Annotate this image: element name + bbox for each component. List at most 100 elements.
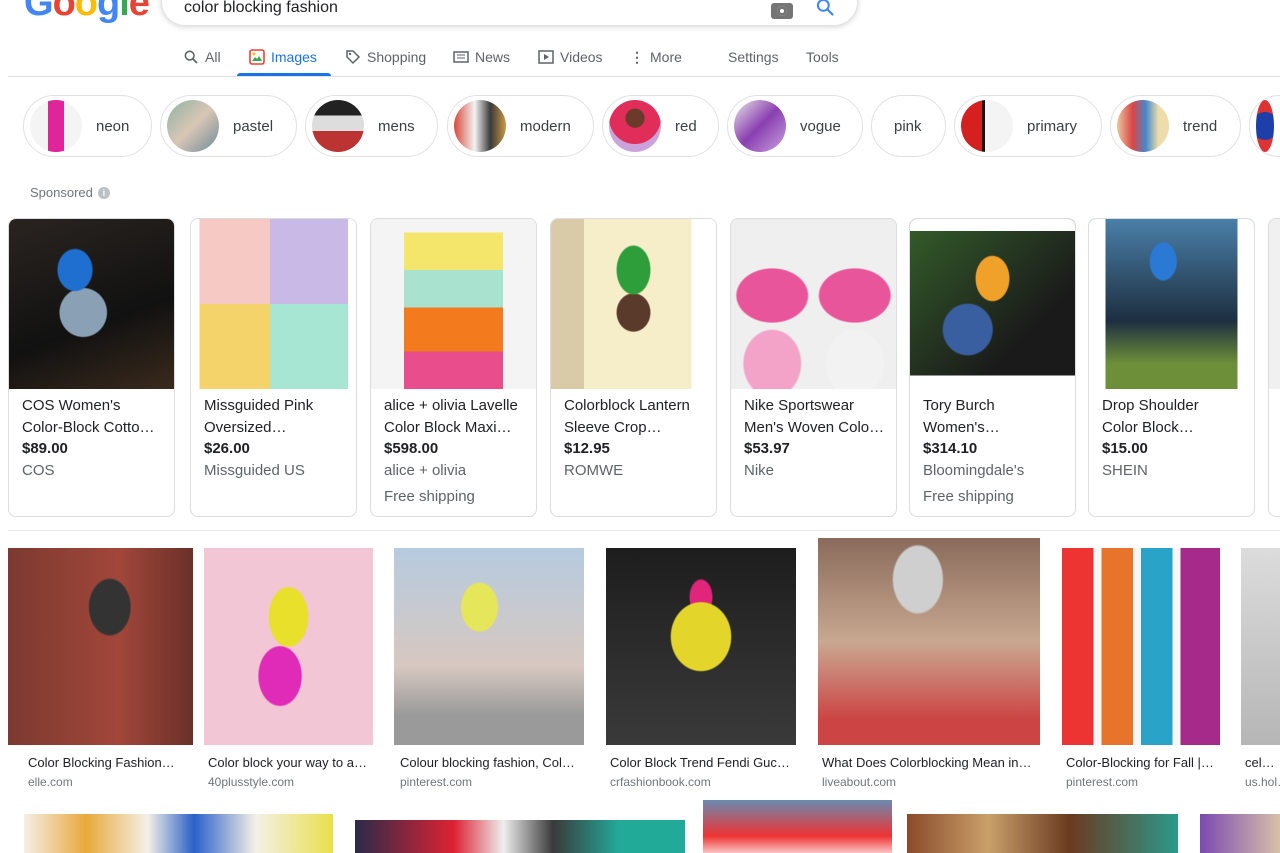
product-title: Missguided Pink Oversized…: [204, 395, 350, 439]
chip-vogue[interactable]: vogue: [727, 95, 863, 157]
result-domain: elle.com: [28, 775, 73, 789]
section-divider: [8, 530, 1280, 531]
sponsored-label: Sponsored i: [30, 185, 110, 200]
chip-modern[interactable]: modern: [447, 95, 594, 157]
chip-label: primary: [1027, 117, 1078, 135]
product-image: [191, 219, 356, 389]
product-shipping: Free shipping: [923, 488, 1014, 505]
chip-thumbnail: [734, 100, 786, 152]
chip-label: pastel: [233, 117, 274, 135]
title-line: Sleeve Crop…: [564, 419, 662, 436]
chip-pink[interactable]: pink: [871, 95, 946, 157]
product-store: Bloomingdale's: [923, 462, 1025, 479]
product-store: ROMWE: [564, 462, 624, 479]
chip-label: modern: [520, 117, 571, 135]
chip-label: neon: [96, 117, 130, 135]
product-price: $15.00: [1102, 440, 1148, 457]
google-logo[interactable]: Google: [24, 0, 150, 25]
product-title: Colorblock Lantern Sleeve Crop…: [564, 395, 710, 439]
more-vert-icon: ⋮: [630, 48, 644, 65]
search-icon[interactable]: [815, 0, 835, 17]
chip-thumbnail: [312, 100, 364, 152]
chip-label: red: [675, 117, 697, 135]
product-price: $53.97: [744, 440, 790, 457]
tools-link[interactable]: Tools: [806, 38, 839, 76]
result-image[interactable]: [1200, 814, 1280, 853]
chip-thumbnail: [167, 100, 219, 152]
title-line: alice + olivia Lavelle: [384, 397, 518, 414]
title-line: Color-Block Cotto…: [22, 419, 155, 436]
result-image: [606, 548, 796, 745]
logo-letter: o: [74, 0, 98, 24]
chip-red[interactable]: red: [602, 95, 719, 157]
tab-label: All: [205, 49, 221, 65]
logo-letter: o: [52, 0, 76, 24]
chip-thumbnail: [961, 100, 1013, 152]
product-image: [1269, 219, 1280, 389]
title-line: Nike Sportswear: [744, 397, 855, 414]
product-image: [371, 219, 536, 389]
title-line: Drop Shoulder: [1102, 397, 1199, 414]
result-image[interactable]: [703, 800, 892, 853]
chip-mens[interactable]: mens: [305, 95, 438, 157]
product-card[interactable]: Nike Sportswear Men's Woven Colo… $53.97 …: [730, 218, 897, 517]
product-card[interactable]: Drop Shoulder Color Block… $15.00 SHEIN: [1088, 218, 1255, 517]
search-box[interactable]: color blocking fashion: [161, 0, 858, 26]
chip-thumbnail: [609, 100, 661, 152]
product-store: Nike: [744, 462, 775, 479]
chip-pastel[interactable]: pastel: [160, 95, 297, 157]
tab-news[interactable]: News: [453, 38, 510, 76]
result-domain: liveabout.com: [822, 775, 897, 789]
product-card[interactable]: Missguided Pink Oversized… $26.00 Missgui…: [190, 218, 357, 517]
camera-icon[interactable]: [771, 3, 793, 19]
image-icon: [249, 49, 265, 65]
product-card-partial[interactable]: [1268, 218, 1280, 517]
tab-videos[interactable]: Videos: [538, 38, 603, 76]
result-domain: crfashionbook.com: [610, 775, 711, 789]
product-price: $89.00: [22, 440, 68, 457]
search-input[interactable]: color blocking fashion: [184, 0, 338, 17]
result-image: [818, 538, 1040, 745]
title-line: Oversized…: [204, 419, 287, 436]
tab-shopping[interactable]: Shopping: [345, 38, 426, 76]
chip-primary[interactable]: primary: [954, 95, 1102, 157]
product-card[interactable]: Colorblock Lantern Sleeve Crop… $12.95 RO…: [550, 218, 717, 517]
result-title: Color-Blocking for Fall |…: [1066, 755, 1214, 770]
result-image: [204, 548, 373, 745]
product-card[interactable]: Tory Burch Women's… $314.10 Bloomingdale'…: [909, 218, 1076, 517]
chip-more[interactable]: [1249, 95, 1280, 157]
tab-all[interactable]: All: [183, 38, 221, 76]
product-image: [910, 219, 1075, 389]
result-title: What Does Colorblocking Mean in…: [822, 755, 1032, 770]
title-line: COS Women's: [22, 397, 121, 414]
tab-images[interactable]: Images: [249, 38, 317, 76]
result-image[interactable]: [907, 814, 1178, 853]
chip-trend[interactable]: trend: [1110, 95, 1241, 157]
chip-label: pink: [894, 117, 922, 135]
product-store: alice + olivia: [384, 462, 467, 479]
settings-link[interactable]: Settings: [728, 38, 779, 76]
tab-more[interactable]: ⋮ More: [630, 38, 682, 76]
result-domain: 40plusstyle.com: [208, 775, 295, 789]
chip-thumbnail: [1117, 100, 1169, 152]
result-title: Color Block Trend Fendi Guc…: [610, 755, 790, 770]
result-image[interactable]: [24, 814, 333, 853]
result-image[interactable]: [355, 820, 685, 853]
logo-letter: l: [119, 0, 130, 24]
title-line: Tory Burch: [923, 397, 995, 414]
result-title: Colour blocking fashion, Col…: [400, 755, 575, 770]
product-shipping: Free shipping: [384, 488, 475, 505]
chip-label: trend: [1183, 117, 1218, 135]
chip-neon[interactable]: neon: [23, 95, 152, 157]
search-icon: [184, 50, 198, 64]
result-domain: pinterest.com: [1066, 775, 1139, 789]
related-searches: neon pastel mens modern red vogue pink p…: [0, 95, 1280, 159]
product-card[interactable]: alice + olivia Lavelle Color Block Maxi… …: [370, 218, 537, 517]
result-image: [8, 548, 193, 745]
product-card[interactable]: COS Women's Color-Block Cotto… $89.00 COS: [8, 218, 175, 517]
product-price: $314.10: [923, 440, 978, 457]
info-icon[interactable]: i: [97, 186, 110, 199]
product-price: $598.00: [384, 440, 439, 457]
result-image: [394, 548, 584, 745]
result-domain: pinterest.com: [400, 775, 473, 789]
